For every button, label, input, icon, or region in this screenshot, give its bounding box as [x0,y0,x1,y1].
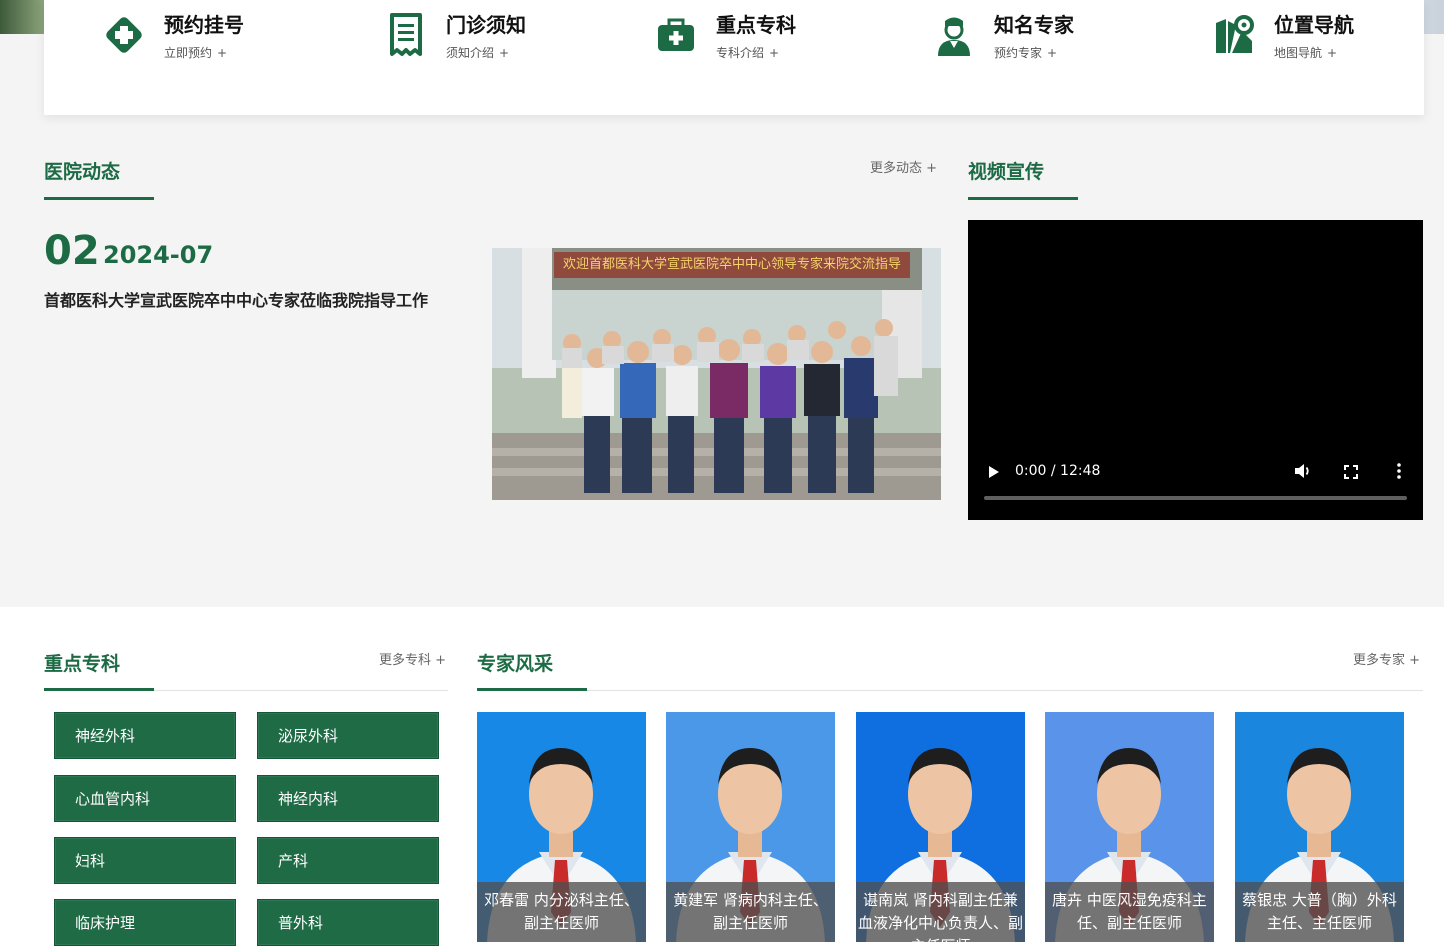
quick-link-navigation[interactable]: 位置导航 地图导航 + [1212,12,1354,61]
plus-icon: + [769,46,780,60]
video-time-display: 0:00 / 12:48 [1015,463,1101,479]
more-departments-link[interactable]: 更多专科 + [379,649,446,668]
more-options-icon[interactable] [1396,463,1402,483]
experts-section-title: 专家风采 [477,653,554,675]
experts-divider [477,690,1423,691]
department-button[interactable]: 妇科 [54,837,236,884]
quick-link-title: 重点专科 [716,13,796,37]
department-button[interactable]: 临床护理 [54,899,236,946]
volume-icon[interactable] [1294,463,1312,483]
expert-card[interactable]: 邓春雷 内分泌科主任、副主任医师 [477,712,646,942]
video-progress-bar[interactable] [984,496,1407,500]
quick-link-subtitle: 地图导航 [1274,46,1323,60]
medical-cross-diamond-icon [102,12,146,58]
receipt-list-icon [384,12,428,58]
quick-link-subtitle: 专科介绍 [716,46,765,60]
group-photo-image [492,248,941,500]
news-title-underline [44,197,154,200]
news-photo[interactable]: 欢迎首都医科大学宣武医院卒中中心领导专家来院交流指导 [492,248,941,500]
quick-link-title: 位置导航 [1274,13,1354,37]
more-experts-link[interactable]: 更多专家 + [1353,649,1420,668]
news-photo-banner-text: 欢迎首都医科大学宣武医院卒中中心领导专家来院交流指导 [554,252,910,278]
more-departments-label: 更多专科 [379,653,432,668]
news-date-day: 02 [44,228,100,274]
medical-kit-icon [654,12,698,58]
video-title-underline [968,197,1078,200]
expert-card[interactable]: 黄建军 肾病内科主任、副主任医师 [666,712,835,942]
departments-section-title: 重点专科 [44,653,121,675]
expert-caption: 蔡银忠 大普（胸）外科主任、主任医师 [1235,882,1404,942]
experts-title-underline [477,688,587,691]
plus-icon: + [926,161,938,176]
quick-link-subtitle: 立即预约 [164,46,213,60]
map-pin-icon [1212,12,1256,58]
quick-link-title: 预约挂号 [164,13,244,37]
plus-icon: + [1327,46,1338,60]
quick-links-bar: 预约挂号 立即预约 + 门诊须知 须知介绍 + 重点专科 专科介绍 + 知名专家 预约… [44,0,1424,115]
doctor-icon [932,12,976,58]
department-button[interactable]: 神经内科 [257,775,439,822]
expert-caption: 谌南岚 肾内科副主任兼血液净化中心负责人、副主任医师 [856,882,1025,942]
expert-caption: 黄建军 肾病内科主任、副主任医师 [666,882,835,942]
expert-card[interactable]: 谌南岚 肾内科副主任兼血液净化中心负责人、副主任医师 [856,712,1025,942]
plus-icon: + [499,46,510,60]
play-icon[interactable] [988,464,1000,483]
video-section-title: 视频宣传 [968,161,1045,183]
department-button[interactable]: 普外科 [257,899,439,946]
quick-link-title: 知名专家 [994,13,1074,37]
quick-link-famous-experts[interactable]: 知名专家 预约专家 + [932,12,1074,61]
news-section-title: 医院动态 [44,161,121,183]
expert-card[interactable]: 唐卉 中医风湿免疫科主任、副主任医师 [1045,712,1214,942]
department-button[interactable]: 心血管内科 [54,775,236,822]
plus-icon: + [217,46,228,60]
quick-link-subtitle: 须知介绍 [446,46,495,60]
department-button[interactable]: 泌尿外科 [257,712,439,759]
video-player[interactable]: 0:00 / 12:48 [968,220,1423,520]
more-experts-label: 更多专家 [1353,653,1406,668]
quick-link-outpatient-notice[interactable]: 门诊须知 须知介绍 + [384,12,526,61]
more-news-link[interactable]: 更多动态 + [870,157,937,176]
quick-link-key-specialties[interactable]: 重点专科 专科介绍 + [654,12,796,61]
plus-icon: + [435,653,447,668]
more-news-label: 更多动态 [870,161,923,176]
department-button[interactable]: 神经外科 [54,712,236,759]
news-headline-link[interactable]: 首都医科大学宣武医院卒中中心专家莅临我院指导工作 [44,287,428,311]
expert-caption: 唐卉 中医风湿免疫科主任、副主任医师 [1045,882,1214,942]
quick-link-subtitle: 预约专家 [994,46,1043,60]
plus-icon: + [1047,46,1058,60]
plus-icon: + [1409,653,1421,668]
expert-caption: 邓春雷 内分泌科主任、副主任医师 [477,882,646,942]
quick-link-appointment[interactable]: 预约挂号 立即预约 + [102,12,244,61]
expert-card[interactable]: 蔡银忠 大普（胸）外科主任、主任医师 [1235,712,1404,942]
departments-title-underline [44,688,154,691]
fullscreen-icon[interactable] [1344,464,1358,483]
quick-link-title: 门诊须知 [446,13,526,37]
department-button[interactable]: 产科 [257,837,439,884]
news-date-year-month: 2024-07 [103,241,214,269]
